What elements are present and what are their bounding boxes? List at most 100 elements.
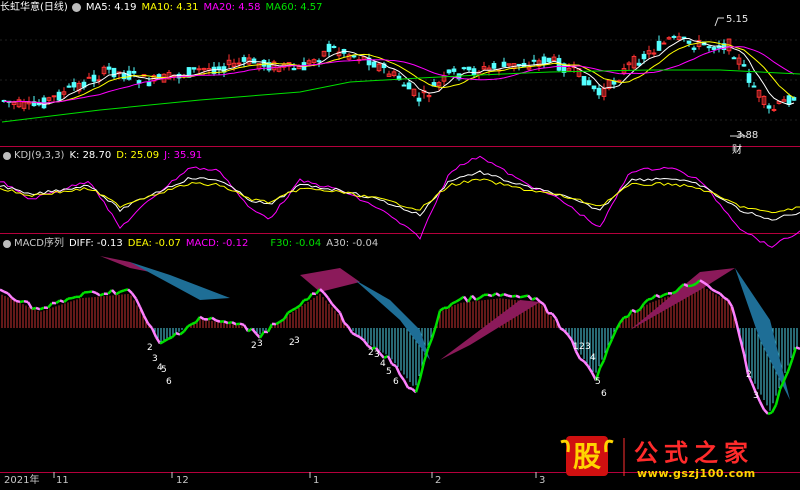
macd-diff-segment bbox=[551, 312, 557, 320]
macd-name: MACD序列 bbox=[14, 238, 64, 249]
macd-diff-segment bbox=[495, 292, 501, 297]
low-price-label: 3.88 bbox=[736, 130, 759, 141]
macd-diff-segment bbox=[598, 359, 606, 369]
settings-dot-icon[interactable] bbox=[71, 3, 81, 12]
candle-body bbox=[641, 53, 647, 60]
macd-legend: MACD序列 DIFF: -0.13 DEA: -0.07 MACD: -0.1… bbox=[0, 236, 383, 251]
macd-diff-segment bbox=[447, 302, 453, 309]
sequence-number-label: 3 bbox=[585, 342, 591, 352]
macd-diff-segment bbox=[535, 296, 541, 303]
candle-body bbox=[111, 67, 117, 78]
macd-diff-segment bbox=[715, 290, 721, 295]
macd-diff-segment bbox=[471, 294, 477, 301]
macd-diff-segment bbox=[19, 299, 25, 304]
ma60-value: MA60: 4.57 bbox=[265, 2, 323, 13]
macd-diff-segment bbox=[430, 325, 438, 339]
macd-diff-segment bbox=[734, 320, 742, 339]
watermark-url: www.gszj100.com bbox=[637, 467, 756, 480]
sequence-number-label: 3 bbox=[294, 336, 300, 346]
candle-body bbox=[461, 67, 467, 70]
macd-diff-segment bbox=[63, 297, 69, 303]
kdj-legend: KDJ(9,3,3) K: 28.70 D: 25.09 J: 35.91 bbox=[0, 148, 207, 163]
macd-diff-segment bbox=[763, 408, 769, 415]
macd-diff-segment bbox=[663, 292, 669, 297]
macd-diff-segment bbox=[91, 290, 97, 295]
macd-diff-segment bbox=[223, 320, 229, 325]
sequence-number-label: 6 bbox=[601, 389, 607, 399]
candle-body bbox=[706, 46, 712, 49]
macd-diff-segment bbox=[39, 306, 45, 311]
candle-body bbox=[351, 55, 357, 58]
macd-diff-segment bbox=[287, 309, 293, 314]
macd-diff-segment bbox=[626, 309, 634, 318]
macd-diff-segment bbox=[647, 297, 653, 301]
macd-diff-segment bbox=[211, 316, 217, 322]
x-axis-month-11: 11 bbox=[56, 475, 69, 486]
x-axis-month-2: 2 bbox=[435, 475, 442, 486]
candle-body bbox=[586, 80, 592, 86]
candle-body bbox=[146, 81, 152, 87]
candle-body bbox=[326, 43, 332, 52]
macd-diff-segment bbox=[295, 304, 301, 310]
macd-diff-segment bbox=[459, 295, 465, 301]
macd-diff-segment bbox=[394, 365, 402, 376]
macd-diff-segment bbox=[194, 316, 202, 324]
candle-body bbox=[131, 70, 137, 74]
candle-body bbox=[451, 68, 457, 72]
macd-diff-segment bbox=[635, 308, 641, 314]
macd-diff-segment bbox=[130, 292, 138, 300]
candle-body bbox=[251, 58, 257, 64]
macd-diff-segment bbox=[167, 336, 173, 341]
ma10-value: MA10: 4.31 bbox=[141, 2, 199, 13]
candle-body bbox=[291, 68, 297, 71]
macd-diff-segment bbox=[23, 299, 29, 304]
sequence-number-label: 5 bbox=[161, 365, 167, 375]
macd-diff-segment bbox=[638, 302, 646, 311]
candle-body bbox=[331, 46, 337, 49]
macd-histogram bbox=[1, 285, 798, 411]
macd-diff-segment bbox=[79, 291, 85, 298]
macd-diff-segment bbox=[275, 320, 281, 326]
candle-body bbox=[236, 62, 242, 65]
macd-diff-segment bbox=[199, 315, 205, 321]
macd-diff-segment bbox=[687, 284, 693, 288]
macd-diff-segment bbox=[95, 291, 101, 297]
macd-diff-segment bbox=[142, 315, 150, 325]
macd-diff-segment bbox=[475, 296, 481, 301]
candle-body bbox=[446, 69, 452, 74]
macd-diff-segment bbox=[227, 320, 233, 325]
macd-a30-value: A30: -0.04 bbox=[326, 238, 379, 249]
macd-diff-segment bbox=[386, 355, 394, 365]
candle-body bbox=[581, 76, 587, 86]
candle-body bbox=[546, 57, 552, 63]
macd-settings-dot-icon[interactable] bbox=[3, 239, 11, 248]
macd-diff-segment bbox=[3, 290, 9, 295]
macd-diff-segment bbox=[115, 290, 121, 296]
candle-body bbox=[751, 85, 757, 88]
macd-diff-segment bbox=[527, 294, 533, 301]
macd-diff-segment bbox=[359, 336, 365, 342]
ma20-value: MA20: 4.58 bbox=[203, 2, 261, 13]
sequence-number-label: 2 bbox=[579, 342, 585, 352]
macd-diff-segment bbox=[711, 288, 717, 293]
candle-body bbox=[406, 82, 412, 90]
macd-diff-segment bbox=[659, 293, 665, 299]
candle-body bbox=[711, 47, 717, 50]
kdj-settings-dot-icon[interactable] bbox=[3, 151, 11, 160]
macd-diff-segment bbox=[154, 336, 162, 345]
x-axis-year: 2021年 bbox=[4, 475, 40, 486]
sequence-number-label: 3 bbox=[374, 350, 380, 360]
macd-diff-segment bbox=[491, 292, 497, 297]
sequence-number-label: 2 bbox=[251, 341, 257, 351]
watermark-title: 公式之家 bbox=[634, 439, 754, 467]
macd-diff-segment bbox=[723, 296, 729, 302]
macd-diff-segment bbox=[614, 322, 622, 331]
macd-diff-segment bbox=[719, 292, 725, 299]
sequence-number-label: 2 bbox=[368, 348, 374, 358]
candle-body bbox=[241, 57, 247, 62]
macd-diff-segment bbox=[455, 298, 461, 303]
macd-diff-segment bbox=[651, 294, 657, 300]
candle-body bbox=[136, 80, 142, 84]
macd-diff-segment bbox=[239, 322, 245, 327]
macd-diff-segment bbox=[434, 310, 442, 326]
